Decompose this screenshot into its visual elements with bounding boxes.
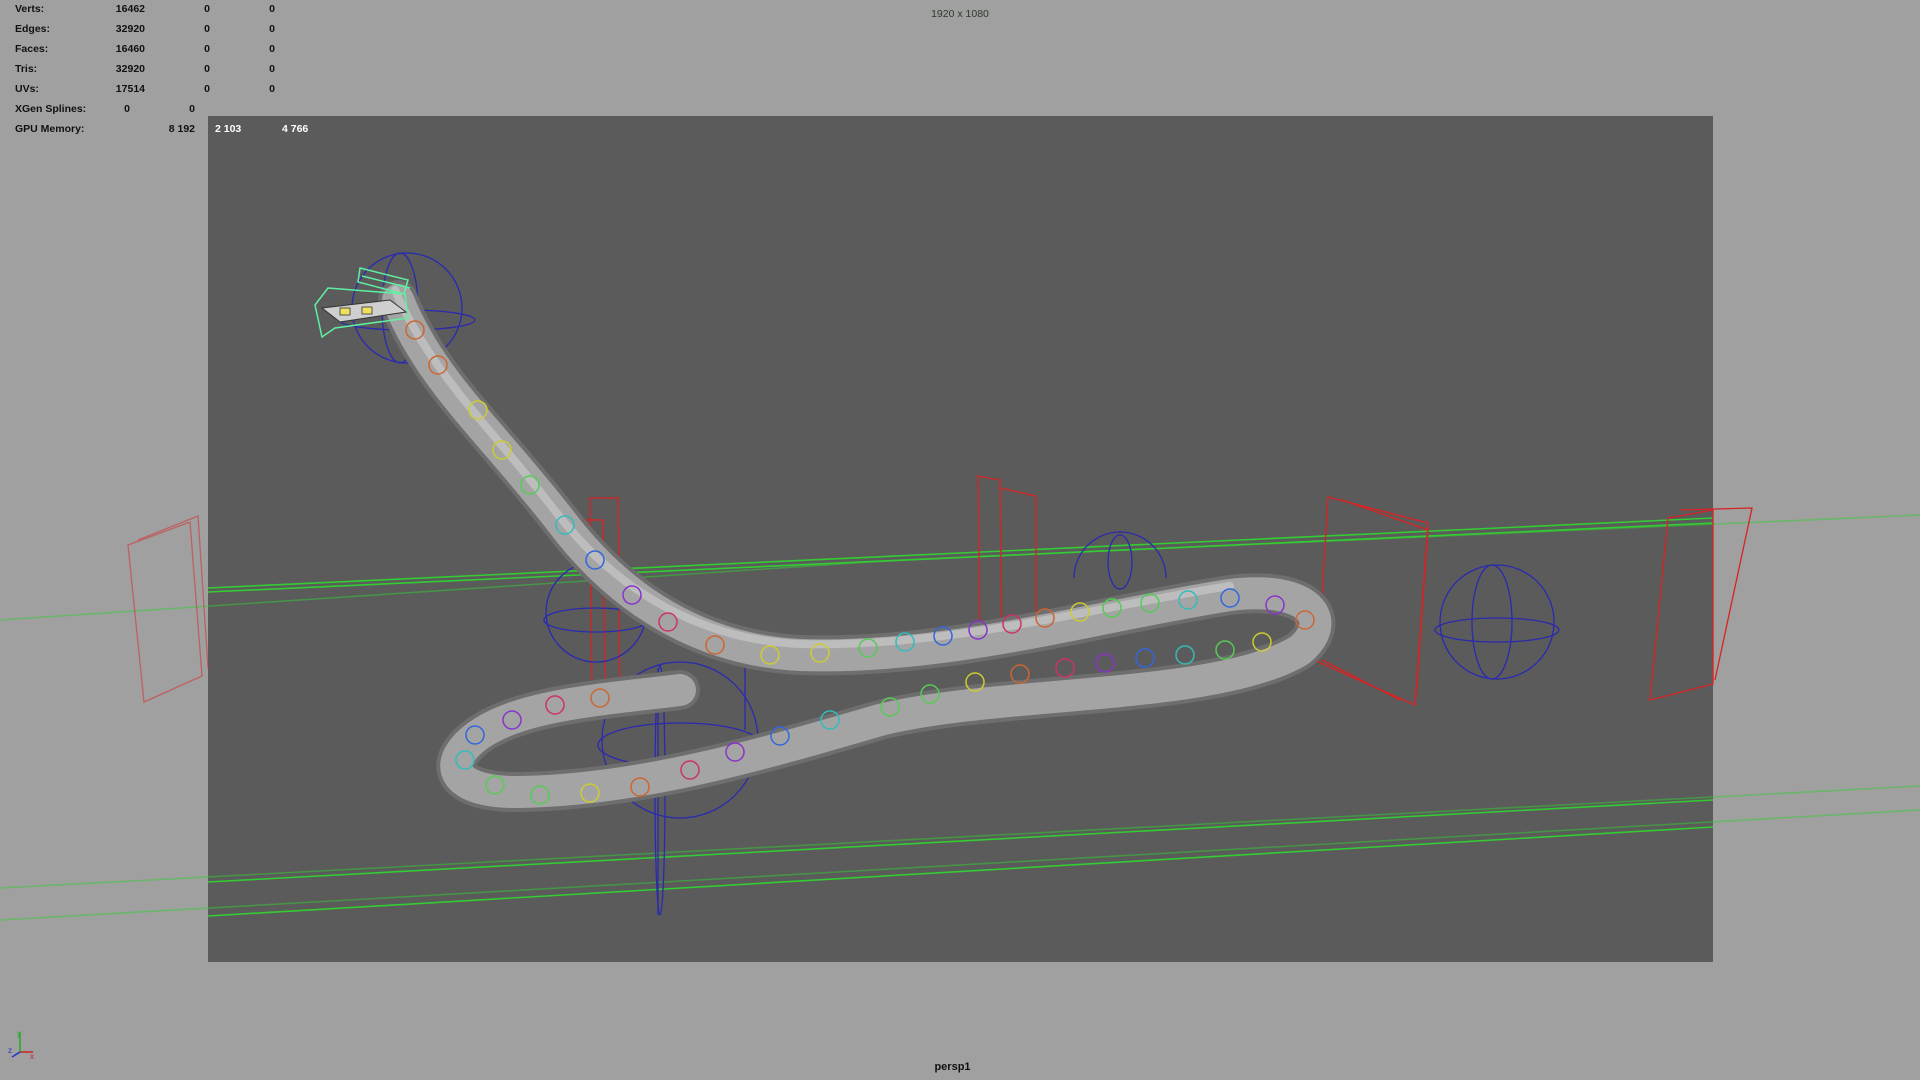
hud-value: 16460: [115, 43, 145, 55]
cage-control-3: [1317, 496, 1429, 706]
hud-value: 0: [204, 63, 210, 75]
snake-mesh[interactable]: [378, 280, 1336, 813]
hud-value: 16462: [115, 3, 145, 15]
hud-value: 0: [204, 83, 210, 95]
camera-name-label: persp1: [934, 1061, 971, 1073]
hud-value: 0: [269, 3, 275, 15]
hud-value: 4 766: [282, 123, 309, 135]
axis-z-label: z: [8, 1046, 12, 1055]
hud-label: GPU Memory:: [15, 123, 85, 135]
hud-value: 0: [204, 43, 210, 55]
hud-label: Edges:: [15, 23, 51, 35]
hud-value: 0: [204, 3, 210, 15]
hud-value: 8 192: [168, 123, 195, 135]
hud-value: 0: [204, 23, 210, 35]
hud-value: 32920: [115, 63, 145, 75]
viewport-scene[interactable]: [0, 0, 1920, 1080]
hud-label: Tris:: [15, 63, 38, 75]
axis-x-label: x: [30, 1052, 34, 1061]
axis-gizmo-icon: z x y: [8, 1029, 34, 1061]
hud-value: 0: [269, 83, 275, 95]
axis-y-label: y: [17, 1029, 21, 1038]
hud-label: UVs:: [15, 83, 39, 95]
sphere-control-right: [1434, 564, 1560, 680]
hud-label: XGen Splines:: [15, 103, 87, 115]
sphere-control-top: [1073, 531, 1167, 590]
hud-value: 0: [124, 103, 130, 115]
hud-value: 2 103: [215, 123, 242, 135]
hud-label: Faces:: [15, 43, 49, 55]
hud-value: 0: [189, 103, 195, 115]
hud-value: 32920: [115, 23, 145, 35]
resolution-label: 1920 x 1080: [931, 8, 989, 20]
hud-value: 0: [269, 43, 275, 55]
hud-label: Verts:: [15, 3, 45, 15]
hud-value: 0: [269, 23, 275, 35]
hud-value: 17514: [115, 83, 145, 95]
hud-value: 0: [269, 63, 275, 75]
cage-control-right: [1649, 507, 1753, 701]
